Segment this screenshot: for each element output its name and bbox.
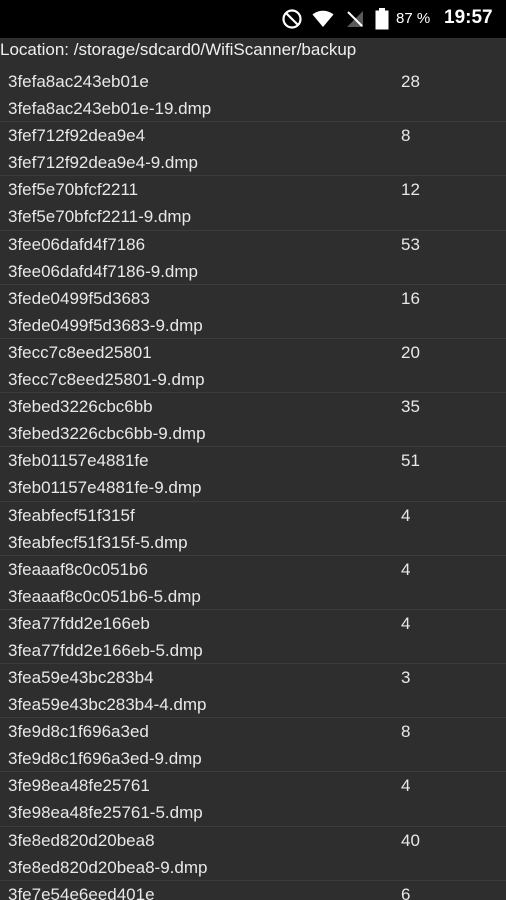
item-name: 3fef5e70bfcf2211 — [8, 180, 139, 200]
battery-icon — [375, 8, 389, 34]
item-count: 6 — [401, 884, 411, 900]
item-name: 3feb01157e4881fe — [8, 451, 149, 471]
item-filename: 3fecc7c8eed25801-9.dmp — [8, 369, 205, 389]
list-item[interactable]: 3fef5e70bfcf2211 3fef5e70bfcf2211-9.dmp 12 — [0, 176, 506, 231]
item-name: 3feabfecf51f315f — [8, 505, 135, 525]
list-item[interactable]: 3fede0499f5d3683 3fede0499f5d3683-9.dmp 16 — [0, 285, 506, 339]
item-filename: 3feabfecf51f315f-5.dmp — [8, 532, 188, 552]
item-filename: 3fe8ed820d20bea8-9.dmp — [8, 857, 208, 877]
item-count: 8 — [401, 126, 411, 146]
item-count: 8 — [401, 722, 411, 742]
item-name: 3fe98ea48fe25761 — [8, 776, 150, 796]
item-filename: 3fe9d8c1f696a3ed-9.dmp — [8, 749, 202, 769]
battery-percent: 87 % — [396, 10, 431, 27]
item-name: 3fede0499f5d3683 — [8, 288, 150, 308]
item-count: 20 — [401, 342, 420, 362]
clock: 19:57 — [444, 7, 493, 28]
item-name: 3fef712f92dea9e4 — [8, 126, 146, 146]
item-filename: 3fea59e43bc283b4-4.dmp — [8, 695, 207, 715]
item-filename: 3fef712f92dea9e4-9.dmp — [8, 153, 198, 173]
item-name: 3fefa8ac243eb01e — [8, 72, 149, 91]
backup-file-list: 3fefa8ac243eb01e 3fefa8ac243eb01e-19.dmp 2… — [0, 68, 506, 900]
location-path: Location: /storage/sdcard0/WifiScanner/b… — [0, 40, 357, 59]
item-name: 3fe8ed820d20bea8 — [8, 830, 155, 850]
list-item[interactable]: 3fea77fdd2e166eb 3fea77fdd2e166eb-5.dmp 4 — [0, 610, 506, 665]
item-name: 3fe7e54e6eed401e — [8, 884, 155, 900]
item-count: 4 — [401, 559, 411, 579]
item-filename: 3feaaaf8c0c051b6-5.dmp — [8, 586, 201, 606]
item-count: 4 — [401, 505, 411, 525]
item-name: 3fea59e43bc283b4 — [8, 668, 154, 688]
item-filename: 3febed3226cbc6bb-9.dmp — [8, 424, 206, 444]
list-item[interactable]: 3fe7e54e6eed401e 6 — [0, 881, 506, 900]
item-filename: 3fea77fdd2e166eb-5.dmp — [8, 640, 203, 660]
item-filename: 3fe98ea48fe25761-5.dmp — [8, 803, 203, 823]
do-not-disturb-icon — [281, 8, 303, 34]
item-count: 51 — [401, 451, 420, 471]
status-bar: 87 % 19:57 — [0, 0, 506, 38]
item-name: 3feaaaf8c0c051b6 — [8, 559, 148, 579]
list-item[interactable]: 3fea59e43bc283b4 3fea59e43bc283b4-4.dmp 3 — [0, 664, 506, 719]
item-name: 3fea77fdd2e166eb — [8, 613, 150, 633]
item-count: 3 — [401, 668, 411, 688]
item-filename: 3fef5e70bfcf2211-9.dmp — [8, 207, 192, 227]
item-count: 4 — [401, 776, 411, 796]
item-filename: 3feb01157e4881fe-9.dmp — [8, 478, 202, 498]
list-item[interactable]: 3fefa8ac243eb01e 3fefa8ac243eb01e-19.dmp 2… — [0, 68, 506, 123]
no-signal-icon — [345, 9, 365, 33]
item-count: 12 — [401, 180, 420, 200]
item-name: 3fe9d8c1f696a3ed — [8, 722, 149, 742]
item-count: 16 — [401, 288, 420, 308]
list-item[interactable]: 3feabfecf51f315f 3feabfecf51f315f-5.dmp 4 — [0, 502, 506, 556]
item-filename: 3fee06dafd4f7186-9.dmp — [8, 261, 198, 281]
item-filename: 3fede0499f5d3683-9.dmp — [8, 315, 203, 335]
item-count: 53 — [401, 234, 420, 254]
item-name: 3febed3226cbc6bb — [8, 397, 153, 417]
item-name: 3fecc7c8eed25801 — [8, 342, 152, 362]
list-item[interactable]: 3fee06dafd4f7186 3fee06dafd4f7186-9.dmp 53 — [0, 231, 506, 285]
list-item[interactable]: 3fef712f92dea9e4 3fef712f92dea9e4-9.dmp 8 — [0, 122, 506, 177]
list-item[interactable]: 3fecc7c8eed25801 3fecc7c8eed25801-9.dmp 20 — [0, 339, 506, 394]
item-filename: 3fefa8ac243eb01e-19.dmp — [8, 99, 212, 118]
item-name: 3fee06dafd4f7186 — [8, 234, 146, 254]
list-item[interactable]: 3feb01157e4881fe 3feb01157e4881fe-9.dmp 51 — [0, 447, 506, 502]
item-count: 28 — [401, 72, 420, 91]
list-item[interactable]: 3feaaaf8c0c051b6 3feaaaf8c0c051b6-5.dmp 4 — [0, 556, 506, 610]
list-item[interactable]: 3fe8ed820d20bea8 3fe8ed820d20bea8-9.dmp 40 — [0, 827, 506, 881]
wifi-icon — [312, 9, 334, 33]
list-item[interactable]: 3febed3226cbc6bb 3febed3226cbc6bb-9.dmp 35 — [0, 393, 506, 448]
list-item[interactable]: 3fe9d8c1f696a3ed 3fe9d8c1f696a3ed-9.dmp 8 — [0, 718, 506, 773]
list-item[interactable]: 3fe98ea48fe25761 3fe98ea48fe25761-5.dmp 4 — [0, 772, 506, 827]
item-count: 4 — [401, 613, 411, 633]
main-content: Location: /storage/sdcard0/WifiScanner/b… — [0, 38, 506, 900]
item-count: 35 — [401, 397, 420, 417]
item-count: 40 — [401, 830, 420, 850]
